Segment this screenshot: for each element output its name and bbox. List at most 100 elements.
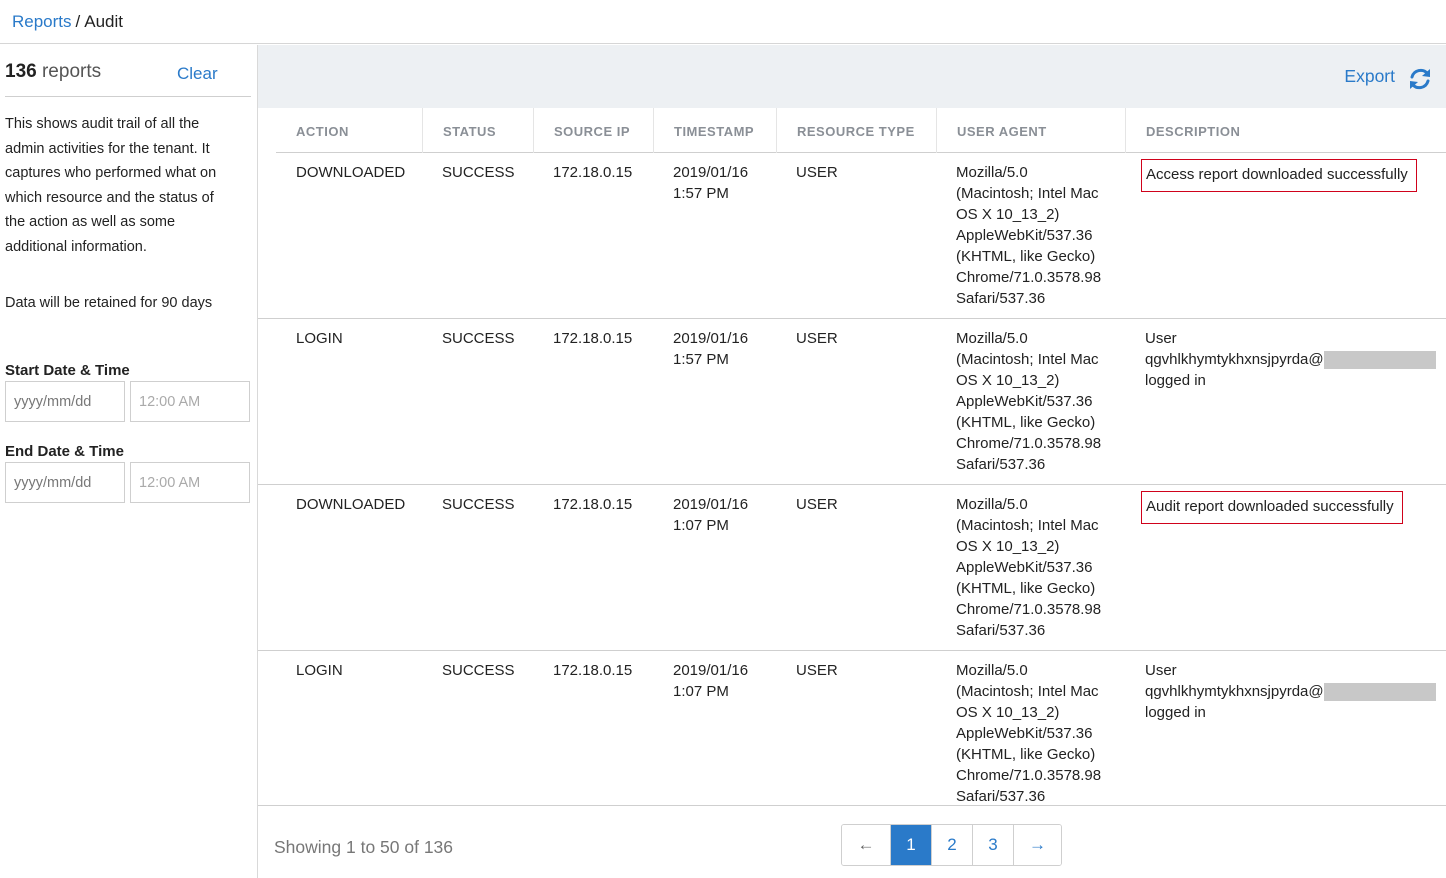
table-footer: Showing 1 to 50 of 136 ← 1 2 3 → [258,805,1446,878]
agent-line: Chrome/71.0.3578.98 [956,269,1102,286]
agent-line: OS X 10_13_2) [956,206,1060,223]
agent-line: Mozilla/5.0 [956,330,1028,347]
column-header-timestamp[interactable]: TIMESTAMP [653,108,776,153]
clear-button[interactable]: Clear [177,64,218,84]
column-header-resource-type[interactable]: RESOURCE TYPE [776,108,936,153]
agent-line: Safari/537.36 [956,622,1046,639]
redacted-domain [1323,351,1436,370]
description-line: the action as well as some [5,214,176,231]
agent-line: Mozilla/5.0 [956,662,1028,679]
agent-line: (Macintosh; Intel Mac [956,683,1099,700]
timestamp-date: 2019/01/16 [673,164,749,181]
cell-timestamp: 2019/01/16 1:57 PM [673,162,748,204]
cell-source-ip: 172.18.0.15 [553,164,633,181]
cell-user-agent: Mozilla/5.0 (Macintosh; Intel Mac OS X 1… [956,328,1101,475]
agent-line: (Macintosh; Intel Mac [956,185,1099,202]
column-header-description[interactable]: DESCRIPTION [1125,108,1446,153]
cell-source-ip: 172.18.0.15 [553,330,633,347]
agent-line: OS X 10_13_2) [956,704,1060,721]
timestamp-time: 1:57 PM [673,351,729,368]
table-header: ACTION STATUS SOURCE IP TIMESTAMP RESOUR… [276,108,1446,153]
breadcrumb-separator: / [75,12,81,31]
cell-status: SUCCESS [442,164,515,181]
cell-timestamp: 2019/01/16 1:07 PM [673,660,748,702]
filter-sidebar: 136 reports Clear This shows audit trail… [0,45,258,878]
audit-description: This shows audit trail of all the admin … [5,112,250,260]
start-date-input[interactable] [5,381,125,422]
cell-resource-type: USER [796,330,838,347]
agent-line: OS X 10_13_2) [956,538,1060,555]
column-header-source-ip[interactable]: SOURCE IP [533,108,653,153]
agent-line: (Macintosh; Intel Mac [956,517,1099,534]
column-header-user-agent[interactable]: USER AGENT [936,108,1126,153]
page-2-button[interactable]: 2 [931,825,972,865]
retention-note: Data will be retained for 90 days [5,295,213,311]
end-date-label: End Date & Time [5,443,124,460]
end-date-input[interactable] [5,462,125,503]
pagination: ← 1 2 3 → [841,824,1062,866]
start-time-input[interactable] [130,381,250,422]
agent-line: OS X 10_13_2) [956,372,1060,389]
agent-line: (KHTML, like Gecko) [956,746,1096,763]
start-date-label: Start Date & Time [5,362,130,379]
page-1-button[interactable]: 1 [890,825,931,865]
agent-line: Chrome/71.0.3578.98 [956,767,1102,784]
agent-line: AppleWebKit/537.36 [956,393,1093,410]
next-page-button[interactable]: → [1013,825,1061,865]
table-row[interactable]: DOWNLOADED SUCCESS 172.18.0.15 2019/01/1… [258,485,1446,651]
agent-line: AppleWebKit/537.36 [956,725,1093,742]
cell-user-agent: Mozilla/5.0 (Macintosh; Intel Mac OS X 1… [956,494,1101,641]
cell-timestamp: 2019/01/16 1:57 PM [673,328,748,370]
description-line: which resource and the status of [5,189,214,206]
highlighted-description: Access report downloaded successfully [1141,159,1417,192]
report-count-number: 136 [5,61,37,82]
refresh-icon[interactable] [1406,65,1434,93]
cell-resource-type: USER [796,164,838,181]
cell-status: SUCCESS [442,662,515,679]
cell-source-ip: 172.18.0.15 [553,662,633,679]
page-3-button[interactable]: 3 [972,825,1013,865]
agent-line: Mozilla/5.0 [956,496,1028,513]
highlighted-description: Audit report downloaded successfully [1141,491,1403,524]
cell-status: SUCCESS [442,496,515,513]
report-count: 136 reports [5,61,101,83]
cell-action: LOGIN [296,330,343,347]
cell-resource-type: USER [796,496,838,513]
agent-line: (KHTML, like Gecko) [956,248,1096,265]
agent-line: Safari/537.36 [956,456,1046,473]
column-header-action[interactable]: ACTION [276,108,423,153]
cell-action: DOWNLOADED [296,164,406,181]
table-row[interactable]: LOGIN SUCCESS 172.18.0.15 2019/01/16 1:5… [258,319,1446,485]
pagination-summary: Showing 1 to 50 of 136 [274,837,454,857]
breadcrumb-reports-link[interactable]: Reports [12,12,72,31]
breadcrumb: Reports / Audit [0,0,1446,44]
prev-page-button[interactable]: ← [842,825,890,865]
cell-action: DOWNLOADED [296,496,406,513]
description-line: captures who performed what on [5,165,217,182]
timestamp-time: 1:57 PM [673,185,729,202]
description-user: User [1145,330,1177,347]
end-time-input[interactable] [130,462,250,503]
agent-line: (KHTML, like Gecko) [956,580,1096,597]
description-line: additional information. [5,238,147,255]
agent-line: (Macintosh; Intel Mac [956,351,1099,368]
breadcrumb-current: Audit [84,12,124,31]
agent-line: AppleWebKit/537.36 [956,227,1093,244]
timestamp-time: 1:07 PM [673,517,729,534]
timestamp-date: 2019/01/16 [673,330,749,347]
agent-line: Safari/537.36 [956,290,1046,307]
cell-description: User qgvhlkhymtykhxnsjpyrda@ logged in [1145,328,1445,391]
cell-user-agent: Mozilla/5.0 (Macintosh; Intel Mac OS X 1… [956,162,1101,309]
description-user: User [1145,662,1177,679]
column-header-status[interactable]: STATUS [422,108,533,153]
cell-timestamp: 2019/01/16 1:07 PM [673,494,748,536]
table-row[interactable]: DOWNLOADED SUCCESS 172.18.0.15 2019/01/1… [258,153,1446,319]
cell-description: Audit report downloaded successfully [1141,491,1403,524]
agent-line: Safari/537.36 [956,788,1046,805]
agent-line: Chrome/71.0.3578.98 [956,435,1102,452]
cell-action: LOGIN [296,662,343,679]
description-email: qgvhlkhymtykhxnsjpyrda@ [1145,351,1324,368]
table-row[interactable]: LOGIN SUCCESS 172.18.0.15 2019/01/16 1:0… [258,651,1446,806]
cell-user-agent: Mozilla/5.0 (Macintosh; Intel Mac OS X 1… [956,660,1101,807]
export-button[interactable]: Export [1344,66,1395,87]
